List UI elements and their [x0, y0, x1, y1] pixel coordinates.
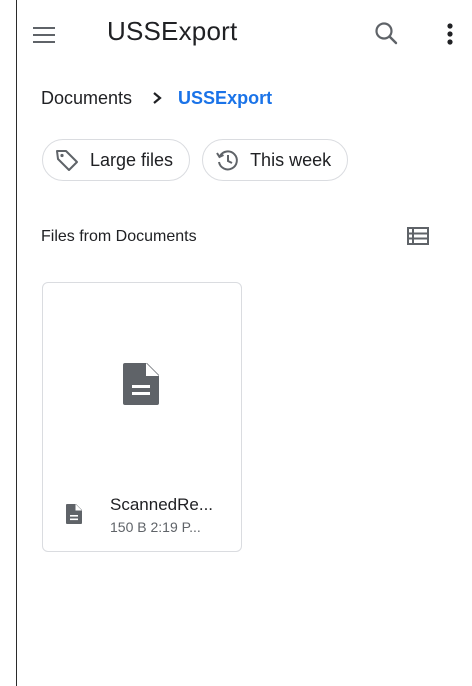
breadcrumb-current-folder[interactable]: USSExport [178, 88, 272, 109]
breadcrumb-documents[interactable]: Documents [41, 88, 132, 109]
screen: USSExport Documents USSExport Large file… [17, 0, 472, 686]
filter-chip-label: This week [250, 149, 332, 170]
file-name: ScannedRe... [110, 495, 214, 514]
document-icon [66, 504, 82, 524]
tag-icon [56, 150, 78, 171]
more-options-button[interactable] [435, 16, 465, 52]
file-info: 150 B 2:19 P... [110, 519, 201, 535]
filter-chip-label: Large files [90, 149, 174, 170]
hamburger-menu-icon [33, 27, 55, 43]
filter-chips: Large files This week [42, 139, 360, 181]
filter-chip-this-week[interactable]: This week [202, 139, 349, 181]
file-card[interactable]: ScannedRe... 150 B 2:19 P... [42, 282, 242, 552]
app-bar: USSExport [17, 0, 472, 66]
list-view-icon [407, 227, 429, 245]
document-icon [123, 363, 159, 405]
history-icon [216, 150, 238, 171]
breadcrumb: Documents USSExport [41, 86, 272, 110]
search-icon [375, 22, 398, 45]
app-title: USSExport [107, 16, 238, 46]
filter-chip-large-files[interactable]: Large files [42, 139, 191, 181]
device-bezel [0, 0, 17, 686]
section-label: Files from Documents [41, 228, 197, 245]
search-button[interactable] [369, 16, 405, 52]
view-toggle-button[interactable] [403, 222, 433, 252]
more-vert-icon [447, 23, 453, 45]
chevron-right-icon [153, 92, 162, 104]
menu-button[interactable] [27, 17, 63, 53]
